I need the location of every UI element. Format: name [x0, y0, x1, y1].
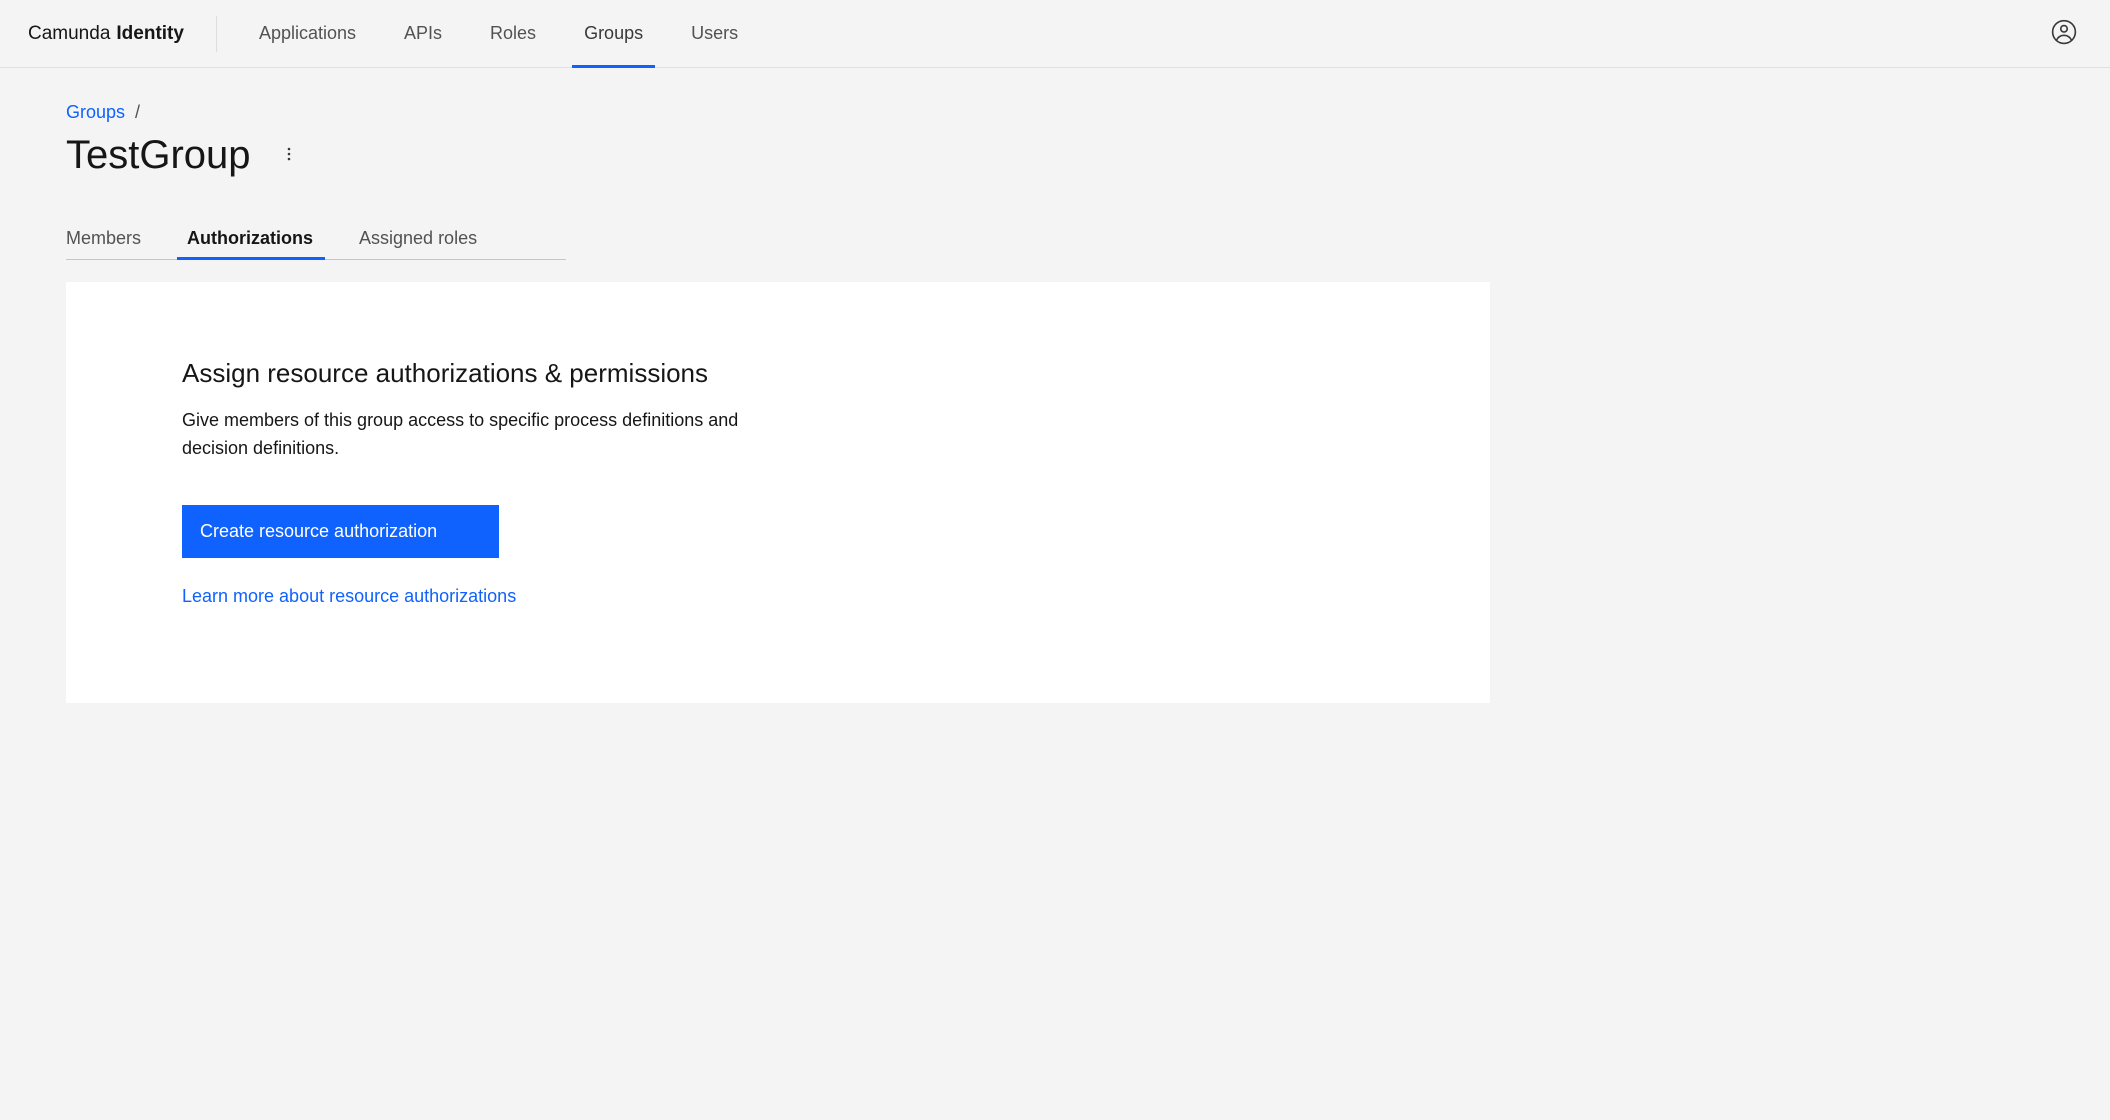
empty-state-description: Give members of this group access to spe…	[182, 407, 802, 463]
nav-users[interactable]: Users	[691, 0, 738, 67]
app-title: Camunda Identity	[28, 16, 217, 52]
nav-label: Users	[691, 23, 738, 44]
tab-label: Authorizations	[187, 228, 313, 248]
learn-more-row: Learn more about resource authorizations	[182, 586, 1374, 607]
overflow-menu-vertical-icon	[281, 146, 297, 165]
nav-label: Roles	[490, 23, 536, 44]
tab-assigned-roles[interactable]: Assigned roles	[359, 220, 499, 259]
tab-authorizations[interactable]: Authorizations	[187, 220, 335, 259]
nav-groups[interactable]: Groups	[584, 0, 643, 67]
title-row: TestGroup	[66, 133, 2062, 178]
breadcrumb: Groups /	[66, 102, 2062, 123]
nav-roles[interactable]: Roles	[490, 0, 536, 67]
tabs: Members Authorizations Assigned roles	[66, 220, 566, 260]
nav-applications[interactable]: Applications	[259, 0, 356, 67]
brand-name: Camunda	[28, 23, 110, 45]
learn-more-link[interactable]: Learn more about resource authorizations	[182, 586, 516, 606]
nav-label: APIs	[404, 23, 442, 44]
user-avatar-icon	[2051, 19, 2077, 48]
tab-members[interactable]: Members	[66, 220, 163, 259]
create-resource-authorization-button[interactable]: Create resource authorization	[182, 505, 499, 558]
nav-label: Applications	[259, 23, 356, 44]
primary-nav: Applications APIs Roles Groups Users	[259, 0, 738, 67]
user-avatar-button[interactable]	[2046, 16, 2082, 52]
breadcrumb-groups-link[interactable]: Groups	[66, 102, 125, 123]
authorizations-empty-state: Assign resource authorizations & permiss…	[66, 282, 1490, 703]
page-content: Groups / TestGroup Members Authorization…	[0, 68, 2110, 751]
global-header: Camunda Identity Applications APIs Roles…	[0, 0, 2110, 68]
nav-apis[interactable]: APIs	[404, 0, 442, 67]
nav-label: Groups	[584, 23, 643, 44]
product-name: Identity	[116, 23, 184, 45]
overflow-menu-button[interactable]	[275, 142, 303, 170]
empty-state-title: Assign resource authorizations & permiss…	[182, 358, 1374, 389]
tab-label: Assigned roles	[359, 228, 477, 248]
page-title: TestGroup	[66, 133, 251, 178]
tab-label: Members	[66, 228, 141, 248]
breadcrumb-separator: /	[135, 102, 140, 123]
